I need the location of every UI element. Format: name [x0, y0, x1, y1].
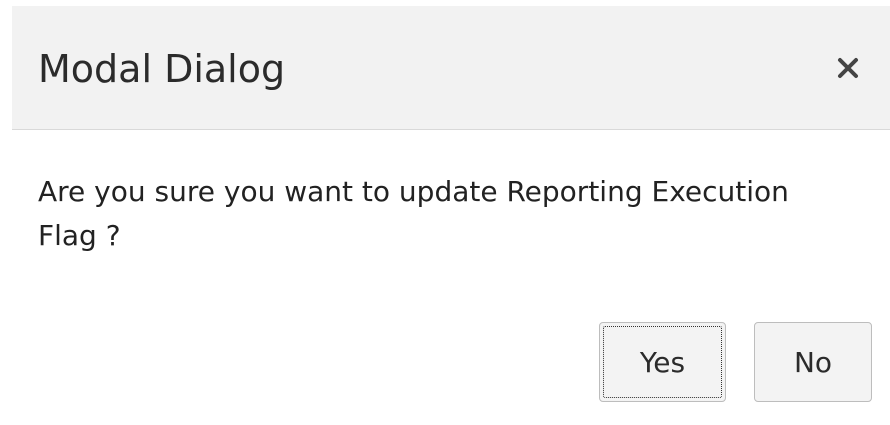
- dialog-message: Are you sure you want to update Reportin…: [38, 175, 789, 252]
- yes-button-label: Yes: [639, 345, 686, 379]
- dialog-header: Modal Dialog: [12, 6, 890, 130]
- no-button[interactable]: No: [754, 322, 872, 402]
- modal-dialog: Modal Dialog Are you sure you want to up…: [0, 0, 890, 425]
- close-button[interactable]: [828, 48, 868, 88]
- dialog-title: Modal Dialog: [38, 47, 286, 91]
- close-icon: [838, 58, 858, 78]
- yes-button[interactable]: Yes: [599, 322, 726, 402]
- no-button-label: No: [793, 345, 833, 379]
